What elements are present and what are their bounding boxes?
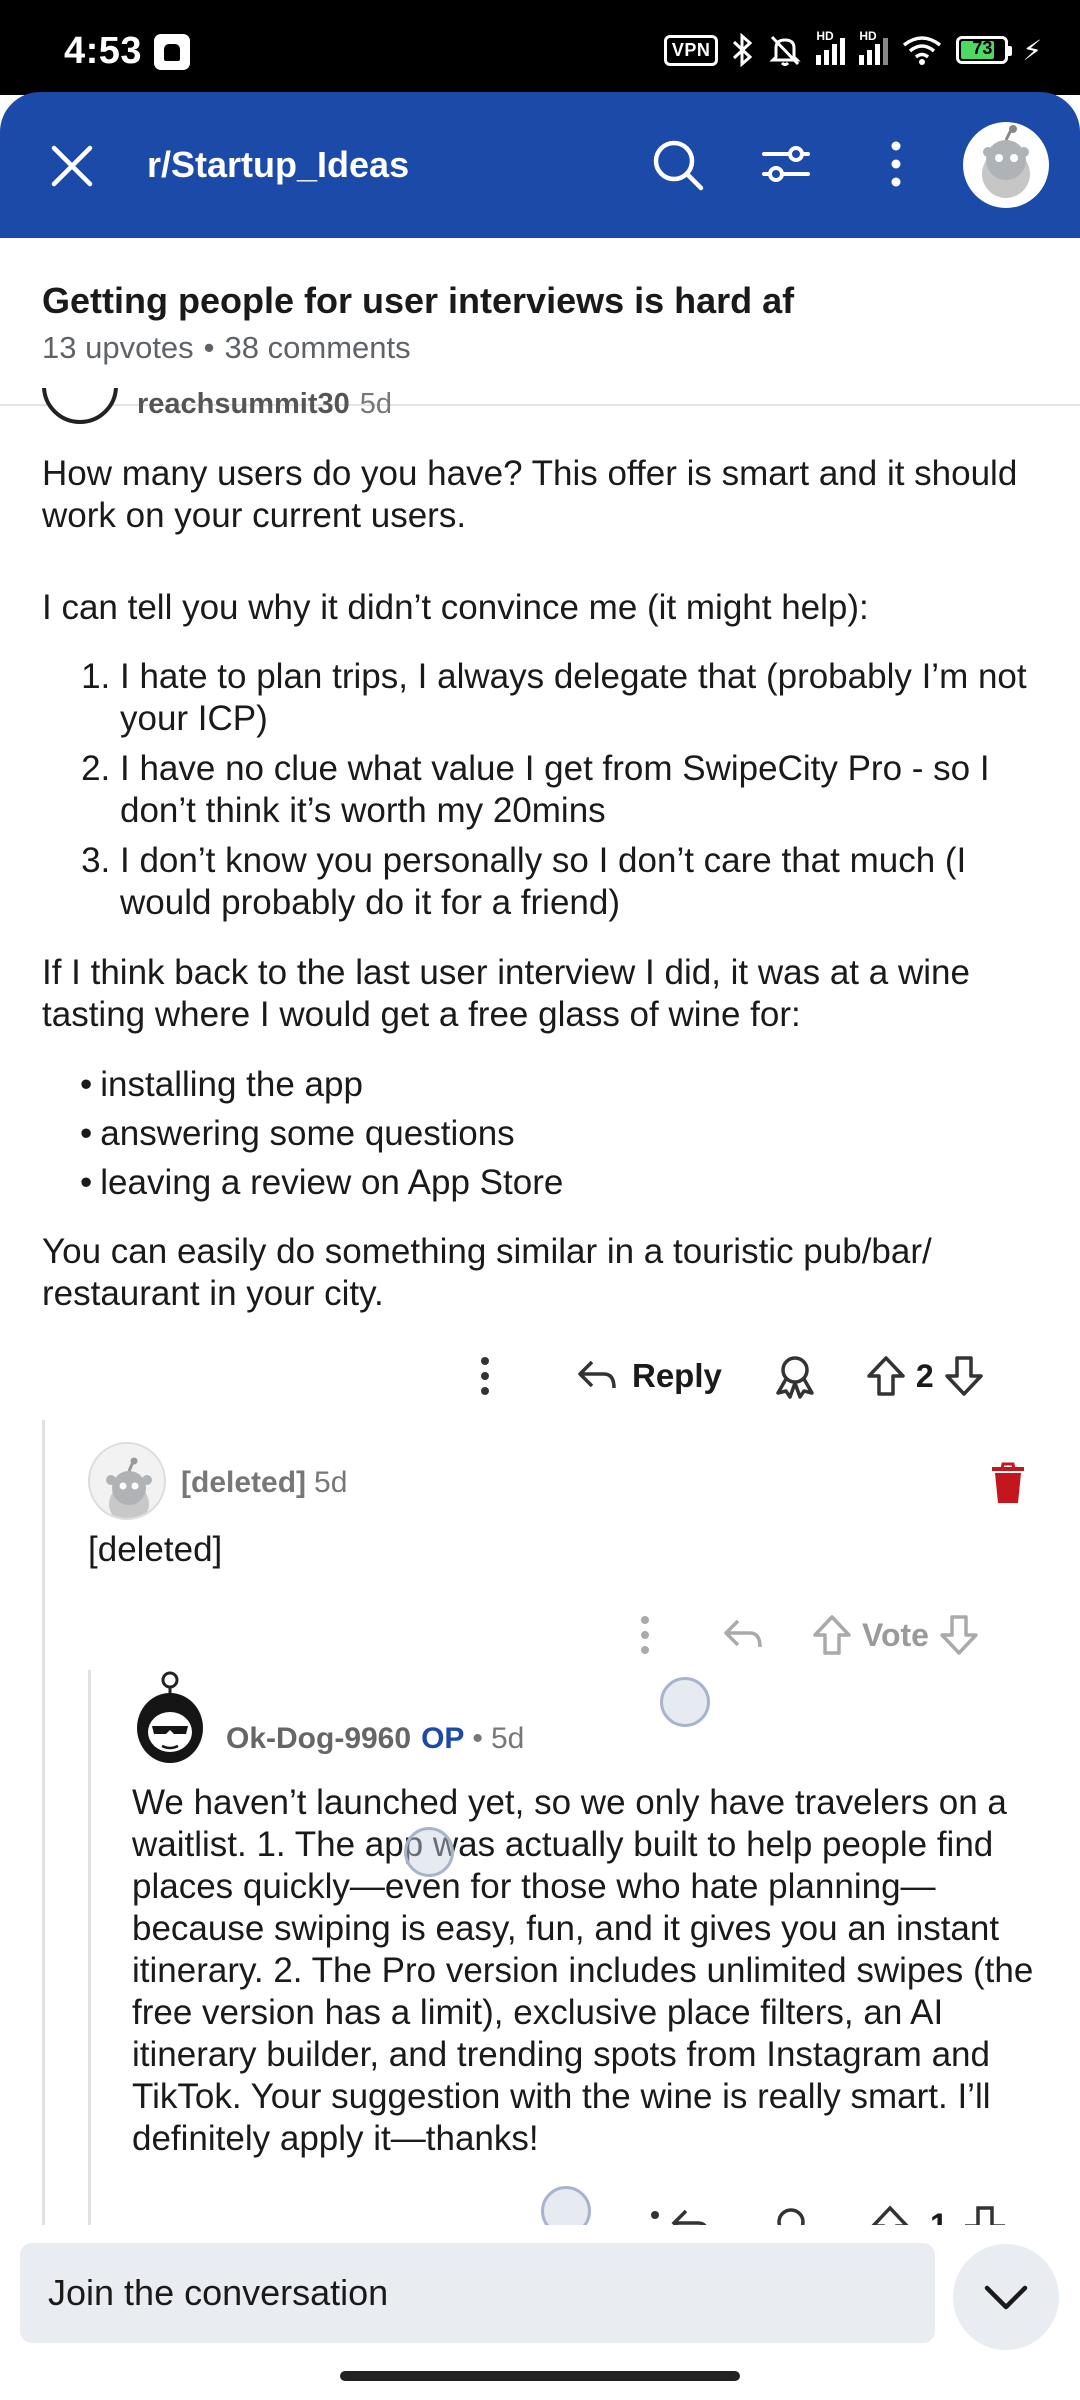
- avatar[interactable]: [88, 1442, 166, 1520]
- list-item: I don’t know you personally so I don’t c…: [120, 840, 1040, 924]
- list-item: I hate to plan trips, I always delegate …: [120, 656, 1040, 740]
- close-icon[interactable]: [48, 142, 96, 190]
- reply-icon[interactable]: [722, 1617, 764, 1653]
- upvote-icon[interactable]: [866, 1355, 906, 1397]
- comment-age: 5d: [359, 388, 393, 420]
- vote-label: Vote: [862, 1616, 929, 1653]
- bullet-list: installing the app answering some questi…: [80, 1060, 980, 1207]
- home-indicator[interactable]: [340, 2371, 740, 2381]
- collapse-button[interactable]: [953, 2244, 1059, 2350]
- comment-author[interactable]: reachsummit30 5d: [137, 388, 392, 421]
- comment-text: [deleted]: [88, 1530, 223, 1569]
- battery-icon: 73: [956, 36, 1013, 64]
- notification-icon: [154, 34, 190, 70]
- reply-label: Reply: [632, 1357, 722, 1394]
- bluetooth-icon: [733, 33, 753, 67]
- post-meta: 13 upvotes • 38 comments: [42, 330, 411, 366]
- list-item: installing the app: [80, 1060, 980, 1109]
- sort-filter-icon[interactable]: [760, 138, 812, 190]
- status-icons: VPN HD HD 73 ⚡: [663, 29, 1042, 70]
- comment-count: 38 comments: [224, 330, 411, 365]
- comment-paragraph: If I think back to the last user intervi…: [42, 953, 970, 1034]
- more-options-icon[interactable]: [470, 1351, 500, 1401]
- touch-indicator: [660, 1677, 710, 1727]
- comment-author[interactable]: Ok-Dog-9960 OP • 5d: [226, 1722, 524, 1756]
- mute-icon: [769, 35, 801, 66]
- vpn-icon: VPN: [663, 34, 719, 66]
- comment-actions: Reply 2: [470, 1346, 984, 1406]
- thread-line: [88, 1670, 91, 2225]
- status-bar: 4:53 VPN HD HD 73 ⚡: [0, 0, 1080, 95]
- numbered-list: I hate to plan trips, I always delegate …: [120, 656, 1040, 932]
- delete-icon[interactable]: [988, 1460, 1028, 1506]
- list-item: answering some questions: [80, 1109, 980, 1158]
- comment-paragraph: You can easily do something similar in a…: [42, 1232, 932, 1313]
- chevron-down-icon: [984, 2285, 1028, 2310]
- vote-controls: Vote: [812, 1614, 979, 1656]
- app-header: r/Startup_Ideas: [0, 92, 1080, 238]
- vote-count: 2: [915, 1357, 934, 1394]
- charging-icon: ⚡: [1022, 34, 1042, 66]
- subreddit-name[interactable]: r/Startup_Ideas: [147, 144, 409, 186]
- reply-button[interactable]: Reply: [576, 1357, 722, 1395]
- wifi-icon: [903, 36, 942, 65]
- more-options-icon[interactable]: [880, 138, 912, 190]
- comment-age: 5d: [490, 1722, 525, 1755]
- post-header[interactable]: Getting people for user interviews is ha…: [0, 238, 1080, 406]
- comment-actions: Vote: [630, 1605, 979, 1665]
- list-item: leaving a review on App Store: [80, 1158, 980, 1207]
- search-icon[interactable]: [650, 137, 706, 193]
- more-options-icon[interactable]: [630, 1610, 660, 1660]
- award-icon[interactable]: [772, 1353, 818, 1399]
- upvote-count: 13 upvotes: [42, 330, 194, 365]
- downvote-icon[interactable]: [944, 1355, 984, 1397]
- signal-icon-1: HD: [816, 29, 846, 65]
- comment-paragraph: How many users do you have? This offer i…: [42, 454, 1018, 535]
- signal-icon-2: HD: [859, 29, 889, 65]
- screen: { "status_bar": { "time": "4:53", "vpn_l…: [0, 0, 1080, 2400]
- comment-paragraph: I can tell you why it didn’t convince me…: [42, 588, 869, 627]
- thread-line: [42, 1420, 45, 2225]
- comment-age: 5d: [314, 1466, 348, 1499]
- post-title: Getting people for user interviews is ha…: [42, 280, 795, 321]
- join-conversation-input[interactable]: Join the conversation: [20, 2243, 935, 2343]
- reply-icon: [578, 1360, 616, 1389]
- comment-header: reachsummit30 5d: [42, 388, 642, 428]
- touch-indicator: [404, 1827, 454, 1877]
- separator: •: [472, 1722, 483, 1755]
- separator: •: [203, 330, 215, 365]
- status-time: 4:53: [64, 30, 143, 72]
- comment-text: We haven’t launched yet, so we only have…: [132, 1783, 1034, 2158]
- bottom-bar: Join the conversation: [0, 2225, 1080, 2400]
- op-badge: OP: [421, 1722, 465, 1755]
- upvote-icon[interactable]: [812, 1614, 852, 1656]
- user-avatar[interactable]: [963, 122, 1049, 208]
- avatar[interactable]: [42, 388, 118, 424]
- avatar[interactable]: [130, 1670, 210, 1770]
- comment-author[interactable]: [deleted] 5d: [181, 1466, 347, 1500]
- vote-controls: 2: [866, 1355, 984, 1397]
- downvote-icon[interactable]: [939, 1614, 979, 1656]
- list-item: I have no clue what value I get from Swi…: [120, 748, 1040, 832]
